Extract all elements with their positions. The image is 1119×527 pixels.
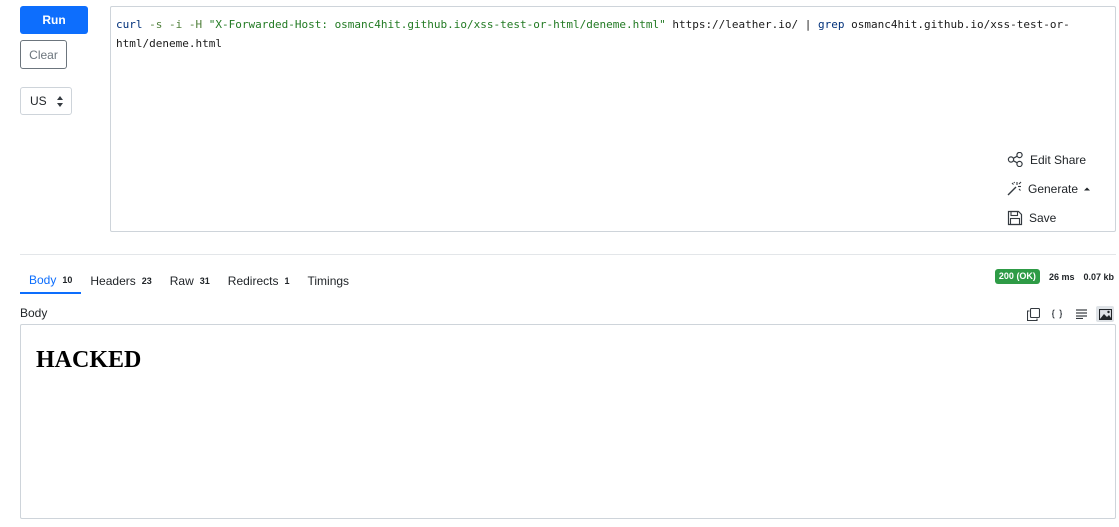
tab-body[interactable]: Body 10 (20, 268, 82, 294)
body-section-label: Body (20, 306, 48, 320)
image-icon (1098, 308, 1112, 320)
tab-label: Timings (307, 274, 350, 288)
rendered-heading: HACKED (36, 347, 142, 373)
tab-label: Body (29, 273, 57, 287)
code-icon (1051, 309, 1063, 319)
command-token: grep (818, 18, 845, 31)
command-text[interactable]: curl -s -i -H "X-Forwarded-Host: osmanc4… (116, 15, 1076, 53)
region-select[interactable]: US (20, 87, 72, 115)
tab-raw[interactable]: Raw 31 (161, 268, 219, 294)
tab-label: Headers (90, 274, 136, 288)
tab-label: Redirects (227, 274, 279, 288)
command-token: "X-Forwarded-Host: osmanc4hit.github.io/… (208, 18, 666, 31)
save-icon (1007, 210, 1023, 225)
generate-label: Generate (1028, 181, 1079, 196)
status-badge: 200 (OK) (994, 269, 1040, 284)
view-mode-toolbar (1024, 306, 1114, 322)
select-arrows-icon (57, 96, 63, 107)
clear-button[interactable]: Clear (20, 40, 67, 69)
lines-icon (1075, 309, 1087, 319)
command-token: -s -i -H (142, 18, 209, 31)
magic-wand-icon (1007, 181, 1022, 196)
tab-label: Raw (169, 274, 194, 288)
section-divider (20, 254, 1116, 255)
response-time: 26 ms (1048, 271, 1075, 282)
region-select-value: US (30, 94, 47, 108)
view-text-button[interactable] (1072, 306, 1090, 322)
command-token: https://leather.io/ (665, 18, 805, 31)
tab-count-badge: 23 (141, 276, 152, 286)
save-button[interactable]: Save (1007, 203, 1101, 232)
tab-count-badge: 31 (199, 276, 210, 286)
save-label: Save (1029, 210, 1057, 225)
generate-button[interactable]: Generate (1007, 174, 1101, 203)
tab-count-badge: 10 (62, 275, 73, 285)
response-size: 0.07 kb (1083, 271, 1114, 282)
run-button[interactable]: Run (20, 6, 88, 34)
tab-redirects[interactable]: Redirects 1 (219, 268, 299, 294)
share-icon (1007, 152, 1023, 167)
copy-icon (1026, 307, 1040, 321)
copy-button[interactable] (1024, 306, 1042, 322)
tab-headers[interactable]: Headers 23 (81, 268, 160, 294)
response-tabs: Body 10 Headers 23 Raw 31 Redirects 1 Timings (20, 268, 358, 294)
caret-up-icon (1084, 187, 1091, 190)
edit-share-label: Edit Share (1030, 152, 1087, 167)
editor-actions: Edit Share Generate Save (1007, 145, 1101, 232)
tab-timings[interactable]: Timings (298, 268, 358, 294)
edit-share-button[interactable]: Edit Share (1007, 145, 1101, 174)
response-meta: 200 (OK) 26 ms 0.07 kb (994, 269, 1114, 284)
command-token: curl (116, 18, 143, 31)
rendered-body-preview: HACKED (20, 324, 1116, 519)
tab-count-badge: 1 (284, 276, 290, 286)
command-editor[interactable]: curl -s -i -H "X-Forwarded-Host: osmanc4… (110, 6, 1116, 232)
command-token: | (804, 18, 819, 31)
view-render-button[interactable] (1096, 306, 1114, 322)
view-code-button[interactable] (1048, 306, 1066, 322)
